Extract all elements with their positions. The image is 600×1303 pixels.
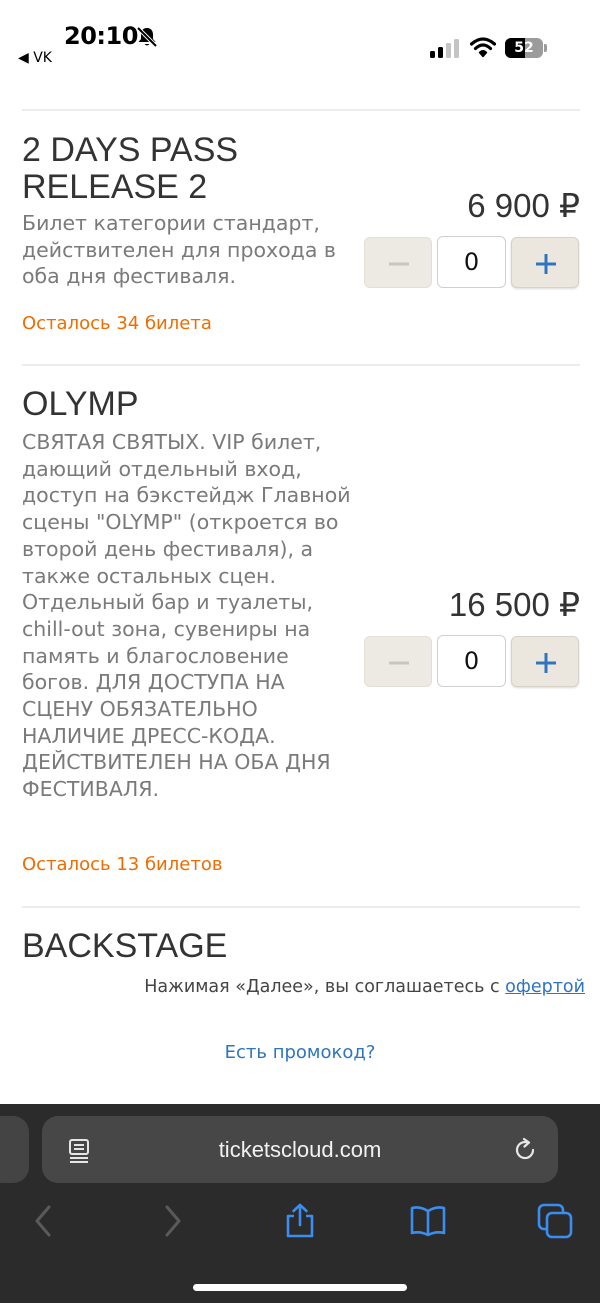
quantity-input[interactable]: 0 [437, 236, 506, 288]
status-bar: 20:10 ◀ VK 52 [0, 0, 600, 80]
forward-arrow-icon[interactable] [155, 1203, 191, 1239]
tabs-icon[interactable] [537, 1203, 573, 1239]
divider [22, 906, 580, 908]
ticket-title: BACKSTAGE [22, 927, 228, 965]
reload-icon[interactable] [512, 1137, 538, 1163]
ticket-title: 2 DAYS PASS RELEASE 2 [22, 131, 239, 206]
bookmarks-icon[interactable] [410, 1203, 446, 1239]
browser-toolbar: ticketscloud.com [0, 1104, 600, 1303]
plus-icon [536, 653, 556, 673]
divider [22, 364, 580, 366]
minus-icon [389, 661, 409, 665]
ticket-description: СВЯТАЯ СВЯТЫХ. VIP билет, дающий отдельн… [22, 430, 351, 802]
plus-icon [536, 254, 556, 274]
address-bar[interactable]: ticketscloud.com [42, 1116, 558, 1183]
divider [22, 109, 580, 111]
offer-agreement-text: Нажимая «Далее», вы соглашаетесь с оферт… [144, 977, 585, 997]
back-arrow-icon[interactable] [25, 1203, 61, 1239]
minus-icon [389, 262, 409, 266]
tickets-remaining: Осталось 13 билетов [22, 854, 223, 875]
tickets-remaining: Осталось 34 билета [22, 313, 212, 334]
share-icon[interactable] [282, 1203, 318, 1239]
ticket-price: 6 900 ₽ [467, 187, 580, 224]
back-to-app-link[interactable]: ◀ VK [18, 50, 52, 66]
battery-indicator: 52 [505, 38, 547, 58]
battery-percent: 52 [514, 40, 534, 56]
ticket-description: Билет категории стандарт, действителен д… [22, 211, 337, 289]
bell-slash-icon [136, 26, 158, 48]
quantity-stepper: 0 [364, 236, 580, 290]
offer-link[interactable]: офертой [505, 977, 585, 997]
previous-tab-preview[interactable] [0, 1116, 29, 1183]
quantity-input[interactable]: 0 [437, 635, 506, 687]
wifi-icon [470, 37, 496, 58]
promo-code-link[interactable]: Есть промокод? [0, 1042, 600, 1063]
quantity-stepper: 0 [364, 635, 580, 689]
decrease-quantity-button[interactable] [364, 237, 432, 288]
increase-quantity-button[interactable] [511, 237, 579, 288]
ticket-list: 2 DAYS PASS RELEASE 2 Билет категории ст… [0, 80, 600, 974]
ticket-title: OLYMP [22, 385, 139, 423]
cellular-signal-icon [430, 39, 459, 58]
home-indicator [193, 1284, 407, 1291]
increase-quantity-button[interactable] [511, 636, 579, 687]
url-text: ticketscloud.com [218, 1137, 382, 1162]
ticket-price: 16 500 ₽ [448, 586, 580, 623]
checkout-footer: Нажимая «Далее», вы соглашаетесь с оферт… [0, 974, 600, 1104]
decrease-quantity-button[interactable] [364, 636, 432, 687]
status-time: 20:10 [64, 22, 138, 50]
